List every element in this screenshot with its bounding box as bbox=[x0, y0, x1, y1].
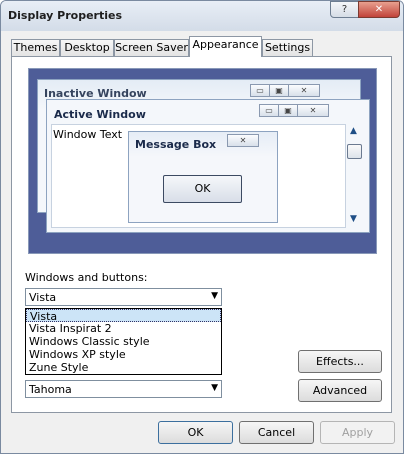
tab-desktop[interactable]: Desktop bbox=[60, 39, 114, 56]
windows-and-buttons-label: Windows and buttons: bbox=[25, 271, 148, 284]
close-button[interactable]: ✕ bbox=[358, 1, 400, 18]
window-title: Display Properties bbox=[8, 9, 123, 22]
close-icon: ✕ bbox=[297, 104, 329, 117]
minimize-icon: ▭ bbox=[250, 84, 270, 97]
preview-message-box: Message Box ✕ OK bbox=[128, 131, 278, 223]
list-item[interactable]: Vista bbox=[26, 309, 221, 323]
maximize-icon: ▣ bbox=[269, 84, 289, 97]
advanced-button[interactable]: Advanced bbox=[298, 379, 382, 402]
help-button[interactable]: ? bbox=[330, 1, 359, 18]
inactive-window-caption-buttons: ▭ ▣ ✕ bbox=[250, 83, 320, 97]
apply-button[interactable]: Apply bbox=[320, 421, 395, 444]
windows-and-buttons-dropdown-list: Vista Vista Inspirat 2 Windows Classic s… bbox=[25, 308, 222, 375]
list-item[interactable]: Vista Inspirat 2 bbox=[26, 322, 221, 335]
ok-button[interactable]: OK bbox=[158, 421, 233, 444]
list-item[interactable]: Windows Classic style bbox=[26, 335, 221, 348]
message-box-title: Message Box bbox=[135, 138, 217, 151]
list-item[interactable]: Windows XP style bbox=[26, 348, 221, 361]
chevron-down-icon: ▼ bbox=[211, 383, 218, 393]
tab-settings[interactable]: Settings bbox=[262, 39, 313, 56]
minimize-icon: ▭ bbox=[259, 104, 279, 117]
title-bar[interactable]: Display Properties ? ✕ bbox=[1, 1, 403, 31]
active-window-title: Active Window bbox=[54, 108, 146, 121]
effects-button[interactable]: Effects... bbox=[298, 350, 382, 373]
display-properties-dialog: Display Properties ? ✕ Themes Desktop Sc… bbox=[0, 0, 404, 454]
tab-themes[interactable]: Themes bbox=[11, 39, 60, 56]
font-select[interactable]: Tahoma ▼ bbox=[25, 380, 222, 398]
selected-style: Vista bbox=[29, 291, 57, 304]
preview-scrollbar: ▲ ▼ bbox=[347, 124, 363, 228]
cancel-button[interactable]: Cancel bbox=[239, 421, 314, 444]
tab-screen-saver[interactable]: Screen Saver bbox=[114, 39, 189, 56]
scroll-thumb bbox=[347, 144, 362, 159]
chevron-down-icon: ▼ bbox=[211, 291, 218, 301]
message-box-ok-button: OK bbox=[163, 175, 242, 203]
maximize-icon: ▣ bbox=[278, 104, 298, 117]
scroll-down-icon: ▼ bbox=[350, 214, 357, 224]
scroll-up-icon: ▲ bbox=[350, 126, 357, 136]
windows-and-buttons-select[interactable]: Vista ▼ bbox=[25, 288, 222, 306]
window-text: Window Text bbox=[53, 128, 123, 141]
selected-font: Tahoma bbox=[29, 383, 72, 396]
list-item[interactable]: Zune Style bbox=[26, 361, 221, 374]
active-window-caption-buttons: ▭ ▣ ✕ bbox=[259, 103, 329, 117]
message-box-caption-buttons: ✕ bbox=[227, 133, 259, 147]
tab-appearance[interactable]: Appearance bbox=[189, 36, 262, 57]
close-icon: ✕ bbox=[288, 84, 320, 97]
close-icon: ✕ bbox=[227, 134, 259, 147]
